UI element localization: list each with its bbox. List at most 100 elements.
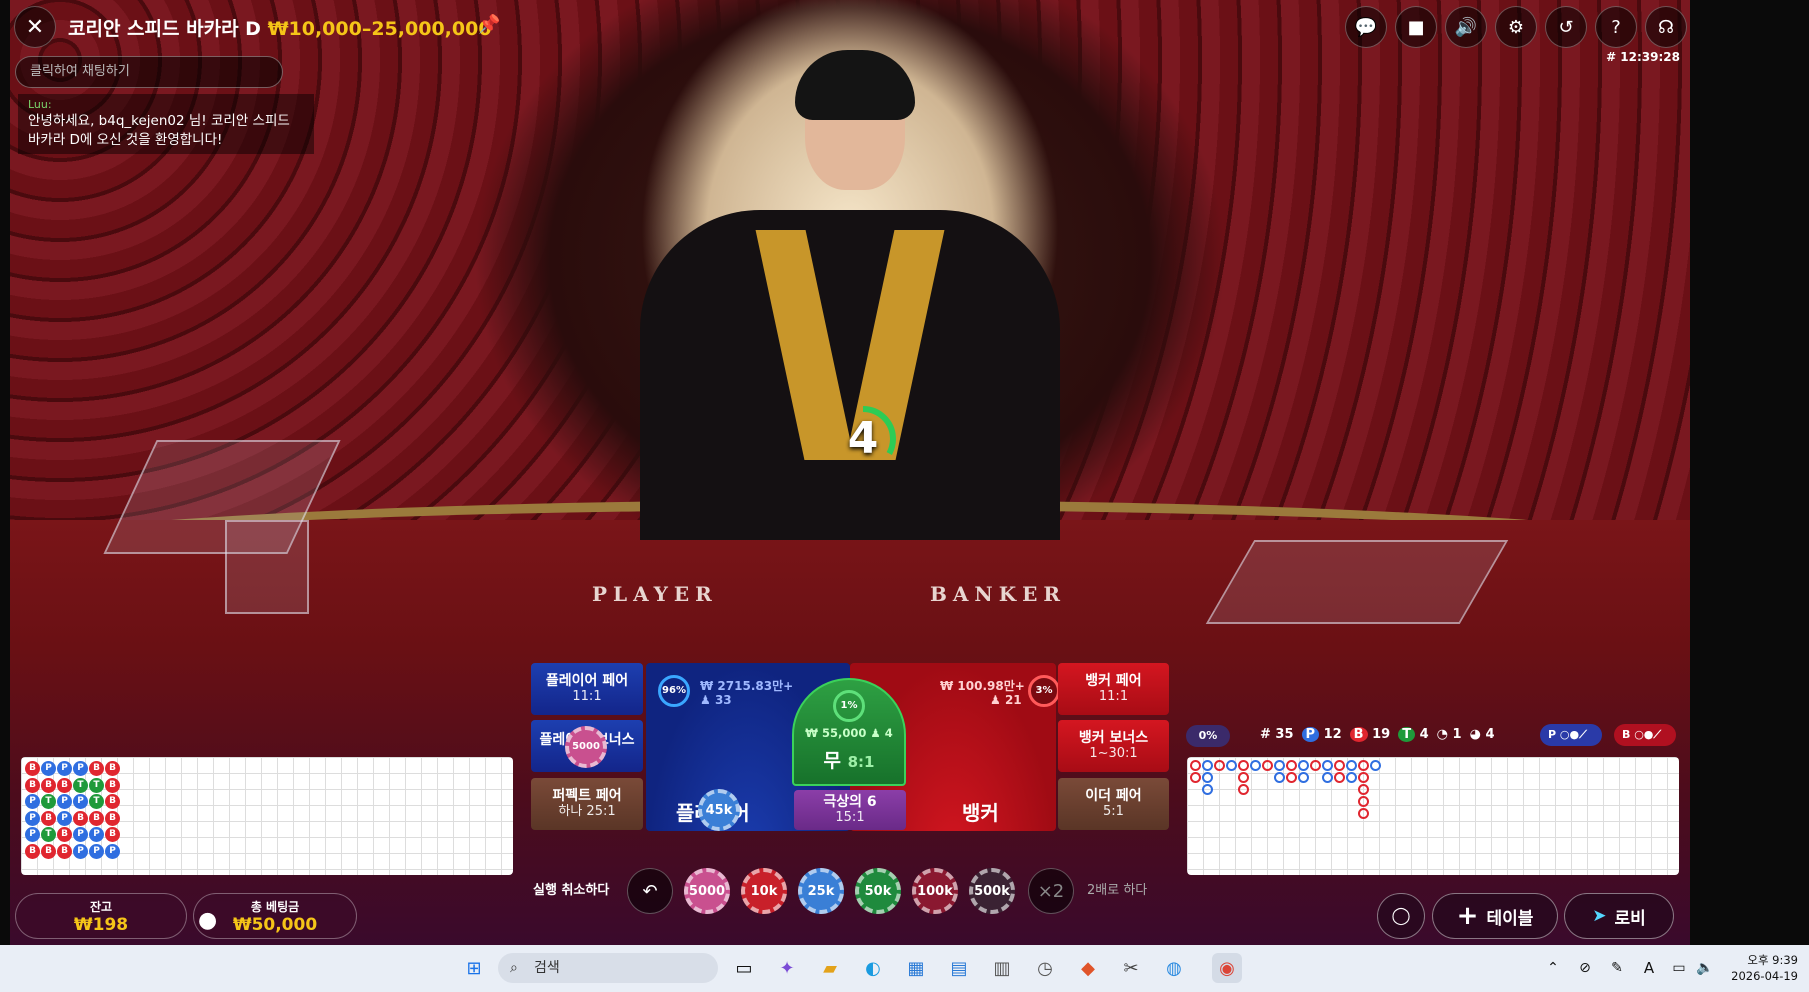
pair-icon: ◕ (1469, 727, 1481, 742)
tie-count: 4 (884, 726, 893, 740)
player-wins: P 12 (1301, 727, 1342, 742)
chat-bubble-button[interactable]: ◯ (1377, 893, 1425, 939)
notepad-icon[interactable]: ▤ (944, 953, 974, 983)
close-button[interactable]: ✕ (14, 6, 56, 48)
chip-10k[interactable]: 10k (741, 868, 787, 914)
big-road-mark (1274, 772, 1285, 783)
bead-B: B (41, 777, 56, 793)
add-table-button[interactable]: + 테이블 (1432, 893, 1558, 939)
tie-title: 무 8:1 (794, 746, 904, 773)
chip-500k[interactable]: 500k (969, 868, 1015, 914)
store-icon[interactable]: ▦ (901, 953, 931, 983)
bead-T: T (41, 794, 56, 809)
windows-start-icon[interactable]: ⊞ (459, 953, 489, 983)
big-road[interactable] (1187, 757, 1679, 875)
tray-network-icon[interactable]: ⊘ (1570, 953, 1600, 983)
pin-icon[interactable]: 📌 (478, 14, 500, 35)
tie-stats: ₩ 55,000 ♟ 4 (794, 726, 904, 740)
tray-overflow-icon[interactable]: ⌃ (1538, 953, 1568, 983)
task-view-icon[interactable]: ▭ (729, 953, 759, 983)
undo-button[interactable]: ↶ (627, 868, 673, 914)
big-road-mark (1358, 772, 1369, 783)
big-road-mark (1202, 772, 1213, 783)
bet-super-six[interactable]: 극상의 6 15:1 (794, 790, 906, 830)
taskbar-search[interactable]: ⌕ 검색 (498, 953, 718, 983)
tie-count-stat: T 4 (1398, 727, 1429, 742)
edge-icon[interactable]: ◐ (858, 953, 888, 983)
sound-icon[interactable]: 🔊 (1445, 6, 1487, 48)
big-road-mark (1346, 760, 1357, 771)
brave-icon[interactable]: ◆ (1073, 953, 1103, 983)
banker-predict-button[interactable]: B ○●⟋ (1614, 724, 1676, 746)
bet-banker-pair[interactable]: 뱅커 페어 11:1 (1058, 663, 1169, 715)
big-road-mark (1238, 760, 1249, 771)
support-icon[interactable]: ☊ (1645, 6, 1687, 48)
copilot-icon[interactable]: ✦ (772, 953, 802, 983)
history-icon[interactable]: ↺ (1545, 6, 1587, 48)
big-road-mark (1346, 772, 1357, 783)
chip-5000[interactable]: 5000 (684, 868, 730, 914)
big-road-mark (1298, 760, 1309, 771)
bet-perfect-pair[interactable]: 퍼펙트 페어 하나 25:1 (531, 778, 643, 830)
taskbar-time: 오후 9:39 (1747, 953, 1798, 967)
snipping-tool-icon[interactable]: ✂ (1116, 953, 1146, 983)
player-count: ♟ 33 (700, 693, 732, 707)
dealer-body (640, 210, 1060, 540)
bead-P: P (73, 843, 88, 859)
chat-icon[interactable]: 💬 (1345, 6, 1387, 48)
bet-limits: ₩10,000–25,000,000 (267, 18, 492, 40)
help-icon[interactable]: ? (1595, 6, 1637, 48)
network-app-icon[interactable]: ◍ (1159, 953, 1189, 983)
pen-icon[interactable]: ✎ (1602, 953, 1632, 983)
bet-banker-bonus[interactable]: 뱅커 보너스 1~30:1 (1058, 720, 1169, 772)
ime-indicator[interactable]: A (1634, 953, 1664, 983)
lobby-button[interactable]: ➤ 로비 (1564, 893, 1674, 939)
video-icon[interactable]: ■ (1395, 6, 1437, 48)
chip-25k[interactable]: 25k (798, 868, 844, 914)
bet-tie[interactable]: 1% ₩ 55,000 ♟ 4 무 8:1 (792, 678, 906, 786)
banker-pct-badge: 0% (1186, 725, 1230, 747)
bead-B: B (57, 777, 72, 793)
big-road-mark (1322, 772, 1333, 783)
player-predict-button[interactable]: P ○●⟋ (1540, 724, 1602, 746)
bead-P: P (89, 843, 104, 859)
big-road-mark (1358, 760, 1369, 771)
bead-road[interactable]: BPPPBBBBBTTBPTPPTBPBPBBBPTBPPBBBBPPP (21, 757, 513, 875)
taskbar-date: 2026-04-19 (1731, 969, 1798, 983)
settings-icon[interactable]: ⚙ (1495, 6, 1537, 48)
bet-player-bonus[interactable]: 플레이어 보너스 5000 (531, 720, 643, 772)
plus-icon: + (1456, 901, 1479, 931)
tie-odds: 8:1 (847, 753, 875, 771)
volume-icon[interactable]: 🔈 (1690, 953, 1720, 983)
table-player-word: PLAYER (592, 582, 718, 606)
bet-label: 뱅커 보너스 (1078, 730, 1149, 746)
bet-label: 퍼펙트 페어 (552, 788, 622, 804)
chip-50k[interactable]: 50k (855, 868, 901, 914)
double-button[interactable]: ×2 (1028, 868, 1074, 914)
bead-P: P (25, 810, 40, 826)
chip-100k[interactable]: 100k (912, 868, 958, 914)
banker-label: 뱅커 (962, 801, 999, 825)
file-explorer-icon[interactable]: ▰ (815, 953, 845, 983)
bet-label: 뱅커 페어 (1085, 673, 1142, 689)
user-icon: ♟ (870, 726, 881, 740)
countdown-value: 4 (847, 413, 879, 464)
bead-B: B (25, 777, 40, 793)
banker-count: ♟ 21 (990, 693, 1022, 707)
taskbar-clock[interactable]: 오후 9:39 2026-04-19 (1720, 952, 1798, 984)
bet-either-pair[interactable]: 이더 페어 5:1 (1058, 778, 1169, 830)
player-pairs-stat: ◔ 1 (1437, 727, 1462, 742)
calculator-icon[interactable]: ▥ (987, 953, 1017, 983)
table-banker-word: BANKER (930, 582, 1066, 606)
dealer-hair (795, 50, 915, 120)
player-pairs-value: 1 (1452, 727, 1462, 742)
bead-B: B (105, 810, 120, 826)
chat-input[interactable]: 클릭하여 채팅하기 (15, 56, 283, 88)
undo-icon: ↶ (642, 880, 658, 902)
clock-icon[interactable]: ◷ (1030, 953, 1060, 983)
chrome-icon[interactable]: ◉ (1212, 953, 1242, 983)
bet-player-pair[interactable]: 플레이어 페어 11:1 (531, 663, 643, 715)
big-road-mark (1358, 808, 1369, 819)
player-dot-icon: P (1301, 727, 1320, 742)
bead-B: B (57, 843, 72, 859)
